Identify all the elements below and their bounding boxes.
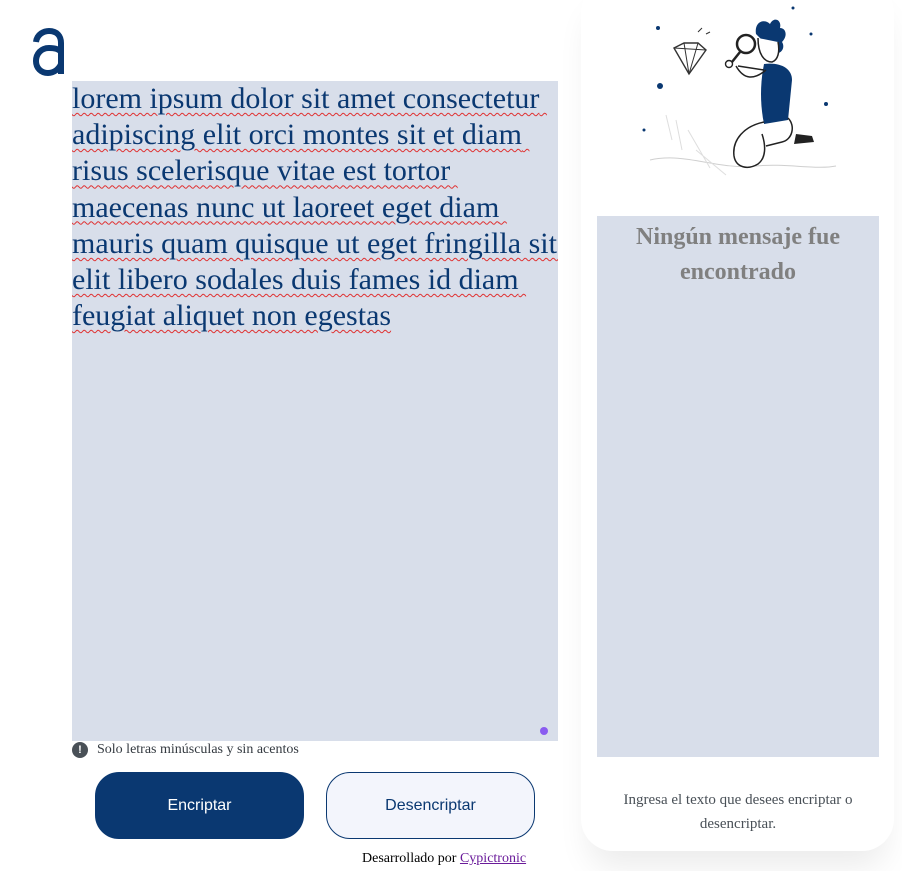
logo-icon [32, 28, 64, 77]
footer: Desarrollado por Cypictronic [362, 851, 526, 867]
output-box: Ningún mensaje fue encontrado [597, 216, 879, 757]
resize-handle[interactable] [540, 727, 548, 735]
exclamation-icon: ! [72, 742, 88, 758]
text-input-container [72, 81, 558, 741]
person-magnifier-illustration [642, 6, 837, 176]
output-title: Ningún mensaje fue encontrado [635, 224, 840, 285]
input-hint: ! Solo letras minúsculas y sin acentos [72, 741, 299, 759]
decrypt-button[interactable]: Desencriptar [326, 772, 535, 839]
footer-prefix: Desarrollado por [362, 851, 457, 866]
hint-text: Solo letras minúsculas y sin acentos [97, 742, 299, 757]
encrypt-button[interactable]: Encriptar [95, 772, 304, 839]
text-input[interactable] [72, 81, 558, 741]
footer-author-link[interactable]: Cypictronic [460, 851, 526, 866]
output-description: Ingresa el texto que desees encriptar o … [623, 792, 853, 832]
